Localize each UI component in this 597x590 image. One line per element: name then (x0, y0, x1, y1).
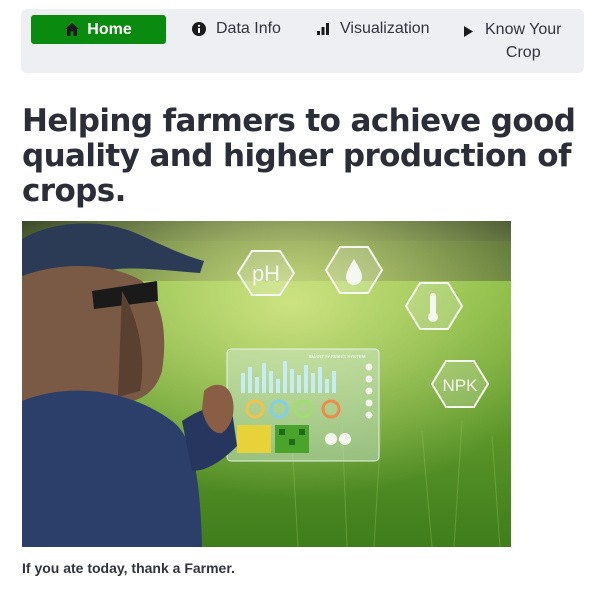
nav-data-info-label: Data Info (216, 20, 281, 37)
nav-visualization[interactable]: Visualization (316, 20, 430, 38)
info-icon (192, 22, 206, 36)
nav-know-your-crop-label: Know Your Crop (485, 21, 562, 61)
nav-know-your-crop[interactable]: Know Your Crop (461, 20, 562, 64)
npk-hex-label: NPK (443, 376, 479, 395)
page-title: Helping farmers to achieve good quality … (22, 103, 576, 209)
nav-home-label: Home (87, 20, 132, 38)
caret-right-icon (461, 24, 475, 38)
nav-home-button[interactable]: Home (31, 15, 166, 44)
bar-chart-icon (316, 22, 330, 36)
home-icon (65, 23, 80, 37)
hero-image: pH NPK SMART FARMING SYSTEM (22, 221, 511, 547)
ph-hex-label: pH (252, 261, 280, 286)
tablet-title: SMART FARMING SYSTEM (308, 354, 365, 359)
top-navigation: Home Data Info Visualization Know Your C… (21, 9, 584, 73)
nav-data-info[interactable]: Data Info (192, 20, 281, 38)
nav-visualization-label: Visualization (340, 20, 430, 37)
page-caption: If you ate today, thank a Farmer. (22, 560, 235, 576)
farmer-smart-farming-illustration: pH NPK SMART FARMING SYSTEM (22, 221, 511, 547)
